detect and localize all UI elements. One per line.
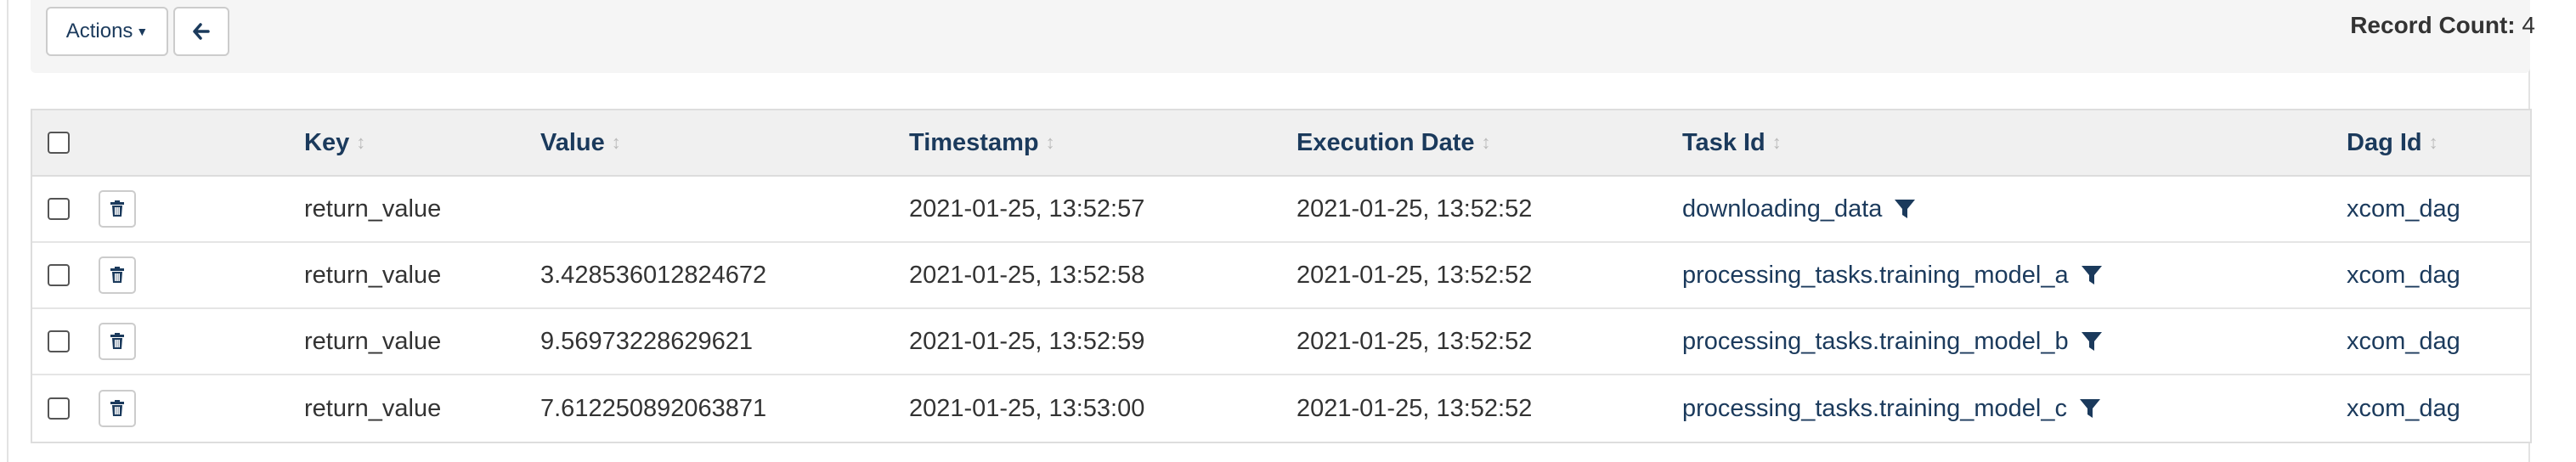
row-delete-cell [99,375,136,442]
record-count-value: 4 [2522,12,2535,38]
dag-id-link[interactable]: xcom_dag [2347,328,2460,356]
task-id-link[interactable]: downloading_data [1682,195,1882,223]
sort-icon: ↕ [356,132,366,153]
column-dag-id-label: Dag Id [2347,128,2422,156]
task-id-link[interactable]: processing_tasks.training_model_a [1682,262,2069,290]
cell-execution-date: 2021-01-25, 13:52:52 [1296,261,1533,289]
row-checkbox[interactable] [48,397,70,420]
cell-execution-date: 2021-01-25, 13:52:52 [1296,194,1533,223]
delete-button[interactable] [99,323,136,360]
row-checkbox[interactable] [48,264,70,286]
dag-id-link[interactable]: xcom_dag [2347,195,2460,223]
column-header-value[interactable]: Value ↕ [540,110,621,175]
cell-task-id: downloading_data [1682,177,1916,241]
sort-icon: ↕ [1771,132,1782,153]
dag-id-link[interactable]: xcom_dag [2347,395,2460,423]
record-count: Record Count: 4 [2350,12,2535,39]
trash-icon [110,267,124,283]
row-delete-cell [99,177,136,241]
cell-value: 7.612250892063871 [540,394,767,422]
delete-button[interactable] [99,256,136,294]
column-value-label: Value [540,128,605,156]
row-select-cell [48,243,70,307]
cell-timestamp: 2021-01-25, 13:52:58 [909,261,1145,289]
cell-execution-date: 2021-01-25, 13:52:52 [1296,394,1533,422]
column-timestamp-label: Timestamp [909,128,1039,156]
table-row: return_value 3.428536012824672 2021-01-2… [32,243,2530,309]
cell-execution-date: 2021-01-25, 13:52:52 [1296,327,1533,355]
sort-icon: ↕ [1481,132,1491,153]
cell-key: return_value [304,194,442,223]
cell-timestamp: 2021-01-25, 13:52:59 [909,327,1145,355]
cell-task-id: processing_tasks.training_model_a [1682,243,2103,307]
cell-key: return_value [304,394,442,422]
row-select-cell [48,309,70,374]
filter-icon[interactable] [2081,330,2103,352]
cell-timestamp: 2021-01-25, 13:53:00 [909,394,1145,422]
trash-icon [110,200,124,217]
arrow-left-icon [193,23,210,40]
task-id-link[interactable]: processing_tasks.training_model_c [1682,395,2067,423]
actions-label: Actions [65,20,133,42]
cell-key: return_value [304,261,442,289]
cell-timestamp: 2021-01-25, 13:52:57 [909,194,1145,223]
back-button[interactable] [173,7,229,56]
cell-dag-id: xcom_dag [2347,177,2460,241]
select-all-checkbox[interactable] [48,132,70,154]
row-checkbox[interactable] [48,330,70,352]
cell-value: 9.56973228629621 [540,327,753,355]
row-checkbox[interactable] [48,198,70,220]
task-id-link[interactable]: processing_tasks.training_model_b [1682,328,2069,356]
filter-icon[interactable] [2081,264,2103,286]
row-select-cell [48,177,70,241]
table-row: return_value 7.612250892063871 2021-01-2… [32,375,2530,442]
column-key-label: Key [304,128,350,156]
sort-icon: ↕ [2428,132,2438,153]
column-header-key[interactable]: Key ↕ [304,110,365,175]
row-delete-cell [99,309,136,374]
table-row: return_value 9.56973228629621 2021-01-25… [32,309,2530,375]
cell-value: 3.428536012824672 [540,261,767,289]
column-header-dag-id[interactable]: Dag Id ↕ [2347,110,2438,175]
xcom-table: Key ↕ Value ↕ Timestamp ↕ Execution Date… [31,109,2532,443]
cell-dag-id: xcom_dag [2347,243,2460,307]
row-select-cell [48,375,70,442]
caret-down-icon: ▼ [136,25,149,38]
filter-icon[interactable] [1894,198,1916,220]
actions-dropdown-button[interactable]: Actions ▼ [46,7,168,56]
trash-icon [110,400,124,416]
delete-button[interactable] [99,190,136,228]
cell-key: return_value [304,327,442,355]
cell-dag-id: xcom_dag [2347,375,2460,442]
trash-icon [110,333,124,349]
row-delete-cell [99,243,136,307]
column-header-timestamp[interactable]: Timestamp ↕ [909,110,1055,175]
column-header-task-id[interactable]: Task Id ↕ [1682,110,1782,175]
toolbar-well [31,0,2530,73]
column-task-id-label: Task Id [1682,128,1765,156]
dag-id-link[interactable]: xcom_dag [2347,262,2460,290]
sort-icon: ↕ [611,132,621,153]
sort-icon: ↕ [1045,132,1055,153]
table-header: Key ↕ Value ↕ Timestamp ↕ Execution Date… [32,110,2530,177]
delete-button[interactable] [99,390,136,427]
column-header-execution-date[interactable]: Execution Date ↕ [1296,110,1491,175]
column-execution-date-label: Execution Date [1296,128,1475,156]
cell-task-id: processing_tasks.training_model_b [1682,309,2103,374]
cell-dag-id: xcom_dag [2347,309,2460,374]
record-count-label: Record Count: [2350,12,2516,38]
filter-icon[interactable] [2079,397,2101,420]
cell-task-id: processing_tasks.training_model_c [1682,375,2101,442]
select-all-cell [48,110,70,175]
table-row: return_value 2021-01-25, 13:52:57 2021-0… [32,177,2530,243]
